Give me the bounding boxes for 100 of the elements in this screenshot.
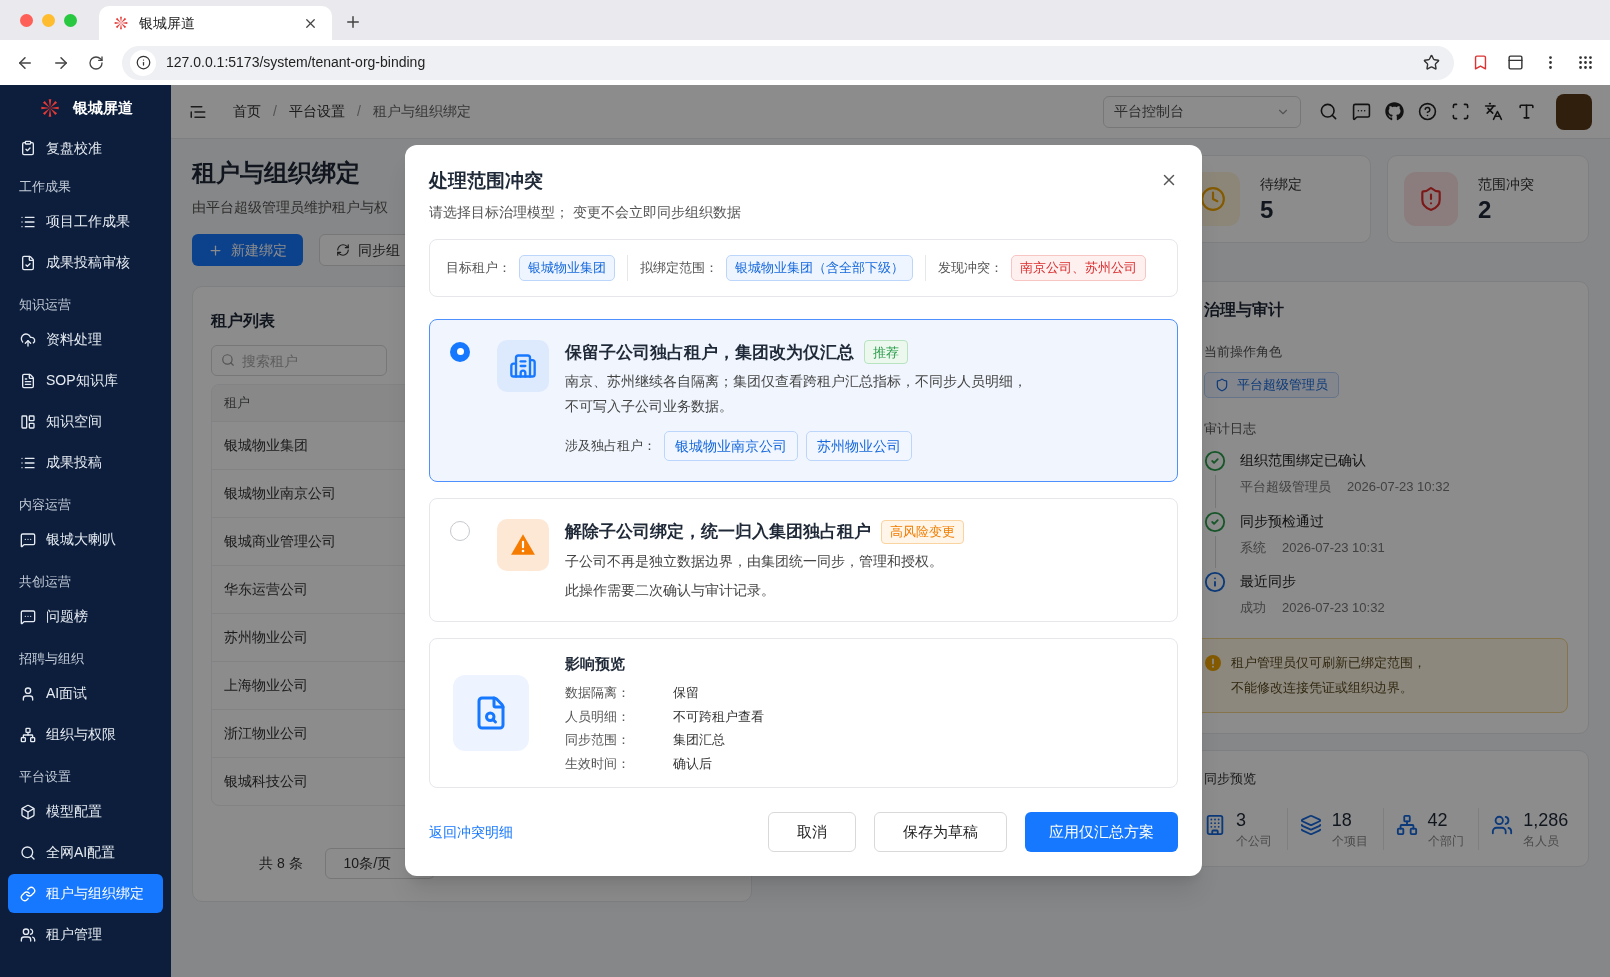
panel-title: 同步预览 — [1204, 769, 1257, 788]
address-bar[interactable]: 127.0.0.1:5173/system/tenant-org-binding — [122, 45, 1454, 80]
shield-alert-icon — [1418, 186, 1444, 212]
breadcrumb-item[interactable]: 平台设置 — [288, 101, 345, 122]
preview-value: 集团汇总 — [673, 731, 725, 749]
message-icon[interactable] — [1352, 102, 1371, 121]
sidebar-group-label: 共创运营 — [18, 572, 72, 591]
avatar[interactable] — [1556, 93, 1592, 130]
sidebar-item[interactable]: 银城大喇叭 — [8, 520, 163, 559]
sidebar-item[interactable]: 模型配置 — [8, 792, 163, 831]
summary-tag: 银城物业集团（含全部下级） — [726, 254, 913, 281]
menu-item-icon — [20, 726, 36, 743]
stat-unit: 个公司 — [1236, 833, 1272, 850]
building-icon — [509, 351, 537, 380]
log-time: 2026-07-23 10:32 — [1282, 599, 1385, 617]
reload-icon[interactable] — [88, 54, 104, 71]
stat-value: 2 — [1478, 194, 1493, 225]
github-icon[interactable] — [1385, 102, 1404, 121]
check-circle-icon — [1204, 450, 1226, 472]
sidebar-item[interactable]: 租户管理 — [8, 915, 163, 954]
role-badge: 平台超级管理员 — [1204, 371, 1339, 398]
dialog-button[interactable]: 应用仅汇总方案 — [1025, 812, 1178, 852]
stat-value: 18 — [1331, 809, 1353, 832]
radio-button[interactable] — [450, 521, 470, 541]
preview-label: 人员明细： — [565, 707, 631, 726]
stat-label: 待绑定 — [1260, 174, 1302, 194]
radio-button[interactable] — [450, 341, 470, 362]
preview-value: 保留 — [673, 684, 699, 702]
card-title: 租户列表 — [211, 311, 276, 331]
menu-item-icon — [20, 926, 36, 943]
menu-item-icon — [20, 331, 36, 348]
dialog-button[interactable]: 取消 — [768, 812, 856, 852]
menu-item-icon — [20, 140, 36, 156]
brand-name: 银城屏道 — [72, 97, 133, 118]
total-count: 共 8 条 — [259, 854, 303, 873]
sidebar-item[interactable]: 复盘校准 — [8, 132, 163, 164]
logo-icon — [113, 15, 129, 31]
page-subtitle: 由平台超级管理员维护租户与权 — [192, 198, 388, 217]
search-icon[interactable] — [1319, 102, 1338, 121]
sidebar-item[interactable]: 租户与组织绑定 — [8, 874, 163, 913]
close-window-button[interactable] — [20, 13, 33, 27]
log-actor: 平台超级管理员 — [1240, 478, 1331, 496]
breadcrumb-item[interactable]: 首页 — [233, 101, 261, 122]
info-icon — [1204, 571, 1226, 593]
preview-label: 同步范围： — [565, 731, 631, 749]
fullscreen-icon[interactable] — [1451, 102, 1470, 121]
sidebar-item[interactable]: 问题榜 — [8, 597, 163, 636]
font-size-icon[interactable] — [1517, 102, 1536, 121]
notice-text: 租户管理员仅可刷新已绑定范围， — [1231, 653, 1426, 672]
sidebar-item[interactable]: 成果投稿 — [8, 443, 163, 482]
log-actor: 成功 — [1240, 599, 1266, 617]
log-time: 2026-07-23 10:32 — [1347, 478, 1450, 496]
sidebar-item[interactable]: 成果投稿审核 — [8, 243, 163, 282]
menu-item-icon — [20, 413, 36, 430]
alert-circle-icon — [1205, 654, 1221, 671]
option-card[interactable]: 保留子公司独占租户，集团改为仅汇总 推荐 南京、苏州继续各自隔离；集团仅查看跨租户汇总指标，不同步人员明细， 不可写入子公司业务数据。 涉及独占租户： 银城物业南京公司 苏州物业公司 — [429, 318, 1178, 482]
dialog-button[interactable]: 保存为草稿 — [874, 812, 1007, 852]
stat-value: 3 — [1236, 809, 1247, 832]
site-info-icon[interactable] — [135, 55, 151, 70]
back-link[interactable]: 返回冲突明细 — [429, 821, 513, 843]
console-select[interactable]: 平台控制台 — [1103, 95, 1301, 128]
sidebar-item[interactable]: 组织与权限 — [8, 715, 163, 754]
sidebar-item[interactable]: 资料处理 — [8, 320, 163, 359]
menu-item-icon — [20, 531, 36, 548]
option-card[interactable]: 解除子公司绑定，统一归入集团独占租户 高风险变更 子公司不再是独立数据边界，由集团统一同步，管理和授权。 此操作需要二次确认与审计记录。 — [429, 498, 1178, 622]
tab-panel-icon[interactable] — [1507, 54, 1524, 71]
stat-value: 42 — [1427, 809, 1449, 832]
preview-label: 数据隔离： — [565, 684, 631, 702]
sidebar-item[interactable]: 项目工作成果 — [8, 202, 163, 241]
summary-label: 拟绑定范围： — [640, 258, 718, 277]
help-icon[interactable] — [1418, 102, 1437, 121]
stat-unit: 个部门 — [1427, 833, 1464, 850]
bookmark-star-icon[interactable] — [1423, 54, 1440, 71]
warning-icon — [510, 532, 536, 558]
option-badge: 推荐 — [864, 340, 908, 365]
sidebar-item[interactable]: 知识空间 — [8, 402, 163, 441]
stat-value: 5 — [1260, 194, 1275, 225]
sidebar-item[interactable]: 全网AI配置 — [8, 833, 163, 872]
breadcrumb-item: 租户与组织绑定 — [372, 102, 471, 121]
translate-icon[interactable] — [1484, 102, 1503, 121]
log-title: 最近同步 — [1240, 572, 1297, 591]
log-title: 组织范围绑定已确认 — [1240, 451, 1367, 470]
sidebar-item[interactable]: AI面试 — [8, 674, 163, 713]
logo-icon — [38, 97, 61, 119]
new-tab-icon[interactable] — [344, 13, 362, 31]
search-icon — [221, 353, 235, 367]
stat-value: 1,286 — [1523, 809, 1569, 832]
preview-label: 生效时间： — [565, 754, 631, 773]
stat-icon — [1299, 814, 1322, 836]
sidebar-group-label: 工作成果 — [18, 177, 72, 196]
breadcrumb-separator: / — [356, 102, 361, 121]
menu-item-icon — [20, 685, 36, 702]
refresh-icon — [336, 243, 350, 257]
browser-tab[interactable]: 银城屏道 — [99, 6, 332, 40]
apps-grid-icon[interactable] — [1577, 54, 1594, 71]
section-label: 审计日志 — [1204, 419, 1257, 438]
option-description: 不可写入子公司业务数据。 — [565, 397, 734, 416]
tab-title: 银城屏道 — [139, 13, 196, 33]
sidebar-item[interactable]: SOP知识库 — [8, 361, 163, 400]
notice-text: 不能修改连接凭证或组织边界。 — [1231, 679, 1414, 697]
